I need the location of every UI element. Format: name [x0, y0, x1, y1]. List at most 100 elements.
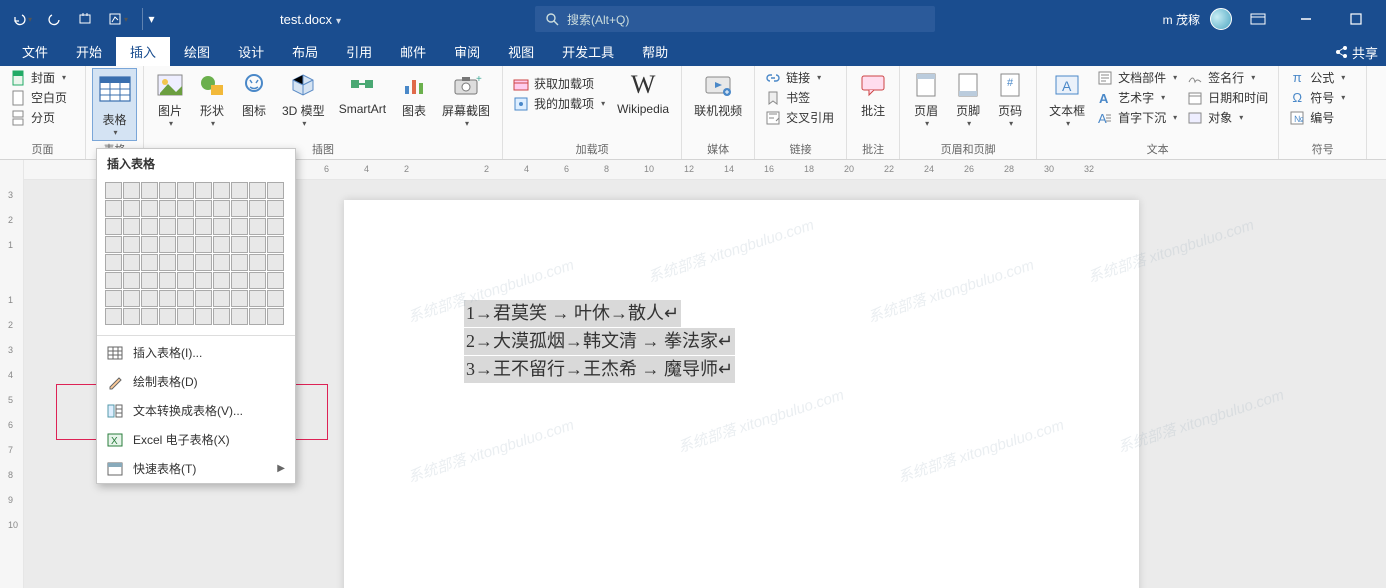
grid-cell[interactable] [195, 272, 212, 289]
equation-button[interactable]: π公式▾ [1285, 68, 1349, 87]
grid-cell[interactable] [195, 290, 212, 307]
grid-cell[interactable] [249, 272, 266, 289]
grid-cell[interactable] [231, 182, 248, 199]
grid-cell[interactable] [249, 182, 266, 199]
grid-cell[interactable] [177, 200, 194, 217]
online-video-button[interactable]: 联机视频 [688, 68, 748, 122]
grid-cell[interactable] [177, 254, 194, 271]
shapes-button[interactable]: 形状▾ [192, 68, 232, 131]
redo-button[interactable] [42, 8, 68, 30]
comment-button[interactable]: 批注 [853, 68, 893, 122]
grid-cell[interactable] [195, 236, 212, 253]
maximize-button[interactable] [1334, 0, 1378, 38]
grid-cell[interactable] [141, 236, 158, 253]
grid-cell[interactable] [105, 200, 122, 217]
grid-cell[interactable] [123, 218, 140, 235]
grid-cell[interactable] [249, 308, 266, 325]
tab-home[interactable]: 开始 [62, 37, 116, 66]
grid-cell[interactable] [105, 290, 122, 307]
grid-cell[interactable] [231, 290, 248, 307]
grid-cell[interactable] [105, 308, 122, 325]
grid-cell[interactable] [231, 308, 248, 325]
grid-cell[interactable] [267, 254, 284, 271]
grid-cell[interactable] [159, 236, 176, 253]
signature-button[interactable]: 签名行▾ [1183, 68, 1272, 87]
my-addins-button[interactable]: 我的加载项▾ [509, 94, 609, 113]
grid-cell[interactable] [195, 182, 212, 199]
insert-table-item[interactable]: 插入表格(I)... [97, 338, 295, 367]
quickparts-button[interactable]: 文档部件▾ [1093, 68, 1181, 87]
grid-cell[interactable] [195, 254, 212, 271]
grid-cell[interactable] [231, 218, 248, 235]
object-button[interactable]: 对象▾ [1183, 108, 1272, 127]
doc-line-1[interactable]: 1→君莫笑 → 叶休→散人↵ [464, 300, 681, 327]
grid-cell[interactable] [123, 200, 140, 217]
grid-cell[interactable] [213, 254, 230, 271]
3dmodel-button[interactable]: 3D 模型▾ [276, 68, 331, 131]
smartart-button[interactable]: SmartArt [333, 68, 392, 119]
quick-table-item[interactable]: 快速表格(T)▶ [97, 454, 295, 483]
grid-cell[interactable] [177, 182, 194, 199]
grid-cell[interactable] [159, 290, 176, 307]
grid-cell[interactable] [213, 218, 230, 235]
crossref-button[interactable]: 交叉引用 [761, 108, 838, 127]
excel-table-item[interactable]: XExcel 电子表格(X) [97, 425, 295, 454]
ribbon-options-button[interactable] [1238, 0, 1278, 38]
grid-cell[interactable] [213, 236, 230, 253]
grid-cell[interactable] [195, 200, 212, 217]
grid-cell[interactable] [177, 308, 194, 325]
grid-cell[interactable] [159, 308, 176, 325]
datetime-button[interactable]: 日期和时间 [1183, 88, 1272, 107]
tab-references[interactable]: 引用 [332, 37, 386, 66]
dropcap-button[interactable]: A首字下沉▾ [1093, 108, 1181, 127]
grid-cell[interactable] [267, 290, 284, 307]
grid-cell[interactable] [267, 200, 284, 217]
grid-cell[interactable] [177, 290, 194, 307]
tab-mailings[interactable]: 邮件 [386, 37, 440, 66]
qa-customize[interactable]: ▾ [142, 8, 160, 30]
grid-cell[interactable] [249, 290, 266, 307]
grid-cell[interactable] [231, 254, 248, 271]
tab-review[interactable]: 审阅 [440, 37, 494, 66]
search-box[interactable]: 搜索(Alt+Q) [535, 6, 935, 32]
grid-cell[interactable] [177, 272, 194, 289]
draw-table-item[interactable]: 绘制表格(D) [97, 367, 295, 396]
grid-cell[interactable] [231, 236, 248, 253]
page-break-button[interactable]: 分页 [6, 108, 71, 127]
grid-cell[interactable] [141, 200, 158, 217]
grid-cell[interactable] [105, 182, 122, 199]
grid-cell[interactable] [105, 218, 122, 235]
grid-cell[interactable] [141, 218, 158, 235]
grid-cell[interactable] [159, 200, 176, 217]
avatar[interactable] [1210, 8, 1232, 30]
grid-cell[interactable] [105, 272, 122, 289]
grid-cell[interactable] [177, 236, 194, 253]
cover-page-button[interactable]: 封面▾ [6, 68, 71, 87]
doc-line-3[interactable]: 3→王不留行→王杰希 → 魔导师↵ [464, 356, 735, 383]
page[interactable]: 1→君莫笑 → 叶休→散人↵ 2→大漠孤烟→韩文清 → 拳法家↵ 3→王不留行→… [344, 200, 1139, 588]
grid-cell[interactable] [123, 290, 140, 307]
symbol-button[interactable]: Ω符号▾ [1285, 88, 1349, 107]
vertical-ruler[interactable]: 3 2 1 1 2 3 4 5 6 7 8 9 10 [0, 160, 24, 588]
tab-insert[interactable]: 插入 [116, 37, 170, 66]
screenshot-button[interactable]: +屏幕截图▾ [436, 68, 496, 131]
wikipedia-button[interactable]: WWikipedia [611, 68, 675, 119]
tab-developer[interactable]: 开发工具 [548, 37, 628, 66]
chart-button[interactable]: 图表 [394, 68, 434, 122]
grid-cell[interactable] [249, 254, 266, 271]
grid-cell[interactable] [195, 218, 212, 235]
grid-cell[interactable] [159, 182, 176, 199]
qa-btn-4[interactable]: ▾ [102, 8, 134, 30]
grid-cell[interactable] [249, 236, 266, 253]
grid-cell[interactable] [177, 218, 194, 235]
grid-cell[interactable] [267, 272, 284, 289]
pagenum-button[interactable]: #页码▾ [990, 68, 1030, 131]
undo-button[interactable]: ▾ [6, 8, 38, 30]
pictures-button[interactable]: 图片▾ [150, 68, 190, 131]
grid-cell[interactable] [123, 182, 140, 199]
tab-draw[interactable]: 绘图 [170, 37, 224, 66]
grid-cell[interactable] [267, 182, 284, 199]
footer-button[interactable]: 页脚▾ [948, 68, 988, 131]
grid-cell[interactable] [213, 200, 230, 217]
grid-cell[interactable] [159, 272, 176, 289]
